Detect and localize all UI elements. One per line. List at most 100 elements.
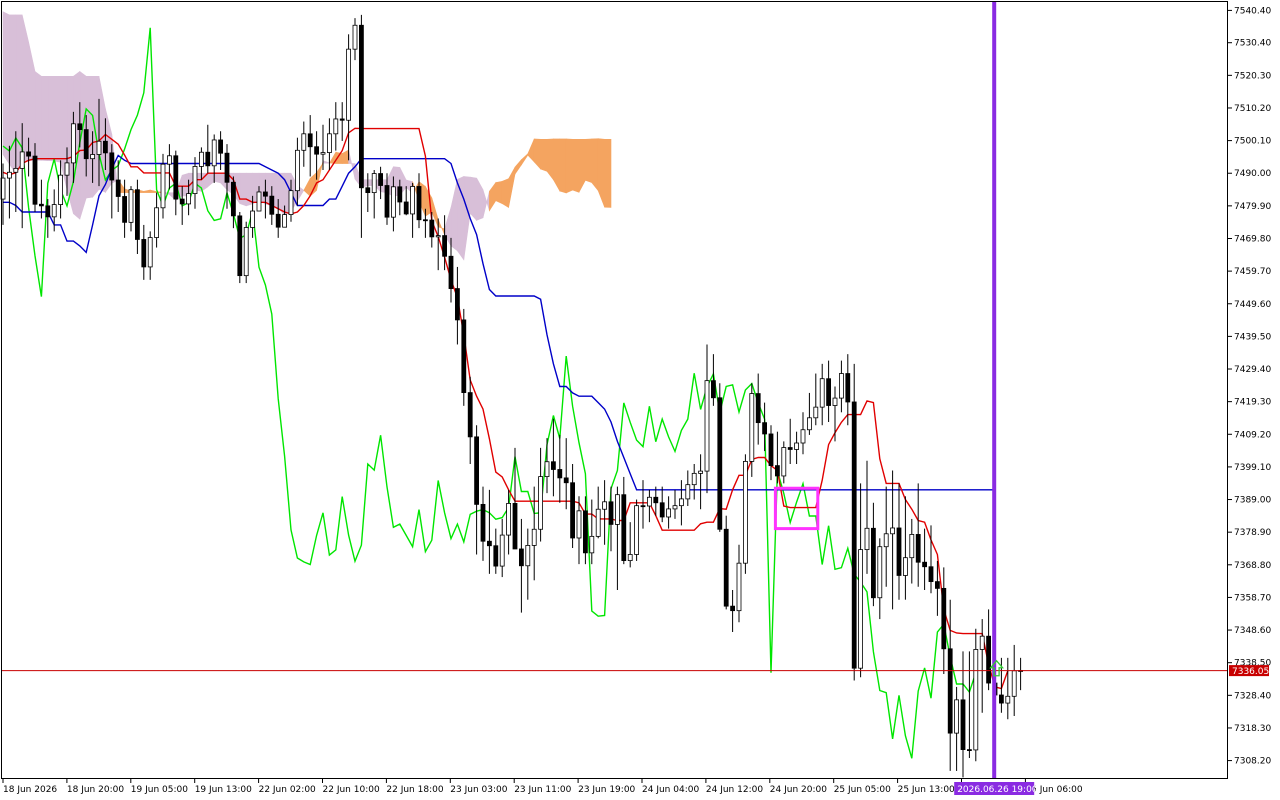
candle-bear <box>845 373 851 403</box>
y-tick-label: 7449.60 <box>1234 300 1271 310</box>
candle-bear <box>928 566 934 583</box>
candle-bull <box>64 162 70 176</box>
candle-bull <box>877 546 883 599</box>
candle-bear <box>122 196 127 223</box>
candle-bear <box>659 502 665 518</box>
x-tick-label: 18 Jun 2026 <box>3 785 57 795</box>
candle-bull <box>301 133 307 151</box>
candle-bear <box>115 179 121 197</box>
candle-bear <box>26 151 32 157</box>
candle-bear <box>454 288 460 321</box>
candle-bull <box>371 173 377 194</box>
x-tick-label: 22 Jun 02:00 <box>259 785 316 795</box>
candle-bull <box>96 140 102 155</box>
candle-bear <box>486 540 492 547</box>
candle-bear <box>570 482 575 539</box>
cloud-bull-segment <box>572 139 580 193</box>
candle-bull <box>890 527 895 535</box>
candle-bear <box>365 187 371 194</box>
x-tick-label: 22 Jun 18:00 <box>386 785 443 795</box>
candle-bull <box>166 155 172 165</box>
y-tick-label: 7378.90 <box>1234 528 1271 538</box>
candle-bull <box>538 476 543 530</box>
candle-bull <box>807 417 812 431</box>
y-tick-label: 7469.80 <box>1234 234 1271 244</box>
y-tick-label: 7389.00 <box>1234 496 1271 506</box>
candle-bear <box>77 123 83 131</box>
cloud-bull-segment <box>591 138 599 192</box>
cloud-bear-segment <box>21 14 29 163</box>
y-tick-label: 7520.30 <box>1234 71 1271 81</box>
candle-bull <box>973 649 979 751</box>
candle-bear <box>896 527 902 576</box>
candle-bear <box>397 186 403 203</box>
candle-bull <box>128 189 134 223</box>
candle-bear <box>230 181 236 217</box>
candle-bear <box>173 155 179 200</box>
cloud-bull-segment <box>495 180 503 205</box>
candle-bull <box>435 235 441 238</box>
x-tick-label: 25 Jun 05:00 <box>834 785 891 795</box>
candle-bull <box>211 139 217 167</box>
candle-bear <box>109 152 115 181</box>
candle-bear <box>762 422 767 435</box>
cloud-bull-segment <box>559 138 567 194</box>
candle-bear <box>967 749 972 751</box>
cursor-time-label: 2026.06.26 19:00 <box>957 785 1038 795</box>
cloud-bear-segment <box>457 175 465 261</box>
candle-bull <box>294 149 300 192</box>
candle-bull <box>800 429 806 444</box>
cloud-bear-segment <box>239 172 247 207</box>
chart-background <box>0 0 1280 800</box>
y-tick-label: 7409.20 <box>1234 430 1271 440</box>
candle-bear <box>787 447 793 450</box>
candle-bull <box>954 699 959 734</box>
candle-bull <box>352 24 358 50</box>
candle-bear <box>960 699 966 750</box>
x-tick-label: 19 Jun 05:00 <box>131 785 188 795</box>
candle-bull <box>576 510 582 539</box>
current-price-label: 7336.05 <box>1232 667 1269 677</box>
candle-bull <box>192 166 198 194</box>
candle-bear <box>941 587 947 650</box>
candle-bull <box>90 154 95 160</box>
price-chart[interactable]: 7540.40 7530.40 7520.30 7510.20 7500.10 7490.… <box>0 0 1280 800</box>
candle-bear <box>416 186 422 221</box>
candle-bull <box>627 554 633 562</box>
candle-bear <box>262 191 268 197</box>
y-tick-label: 7510.20 <box>1234 104 1271 114</box>
candle-bull <box>679 498 684 507</box>
candle-bull <box>531 528 537 546</box>
candle-bull <box>691 472 697 486</box>
y-tick-label: 7308.20 <box>1234 757 1271 767</box>
candle-bear <box>935 581 940 589</box>
candle-bull <box>903 557 908 576</box>
candle-bear <box>826 378 831 406</box>
candle-bull <box>544 461 550 478</box>
candle-bear <box>480 503 486 542</box>
candle-bull <box>58 174 63 205</box>
candle-bull <box>647 496 652 507</box>
candle-bull <box>410 186 416 215</box>
candle-bull <box>749 393 755 462</box>
y-tick-label: 7490.00 <box>1234 169 1271 179</box>
x-tick-label: 25 Jun 13:00 <box>898 785 955 795</box>
candle-bull <box>864 527 870 551</box>
x-tick-label: 23 Jun 11:00 <box>514 785 571 795</box>
candle-bear <box>224 152 230 183</box>
candle-bear <box>237 215 243 277</box>
candle-bull <box>333 118 339 135</box>
candle-bull <box>909 534 915 559</box>
candle-bear <box>775 465 780 477</box>
candle-bear <box>83 129 89 160</box>
candle-bear <box>134 189 140 240</box>
candle-bull <box>858 549 863 669</box>
candle-bull <box>698 470 703 474</box>
candle-bear <box>947 648 953 734</box>
cloud-bear-segment <box>53 76 61 163</box>
candle-bear <box>429 219 435 238</box>
y-tick-label: 7328.40 <box>1234 691 1271 701</box>
y-tick-label: 7368.80 <box>1234 561 1271 571</box>
candle-bear <box>269 195 275 215</box>
candle-bear <box>461 319 467 393</box>
